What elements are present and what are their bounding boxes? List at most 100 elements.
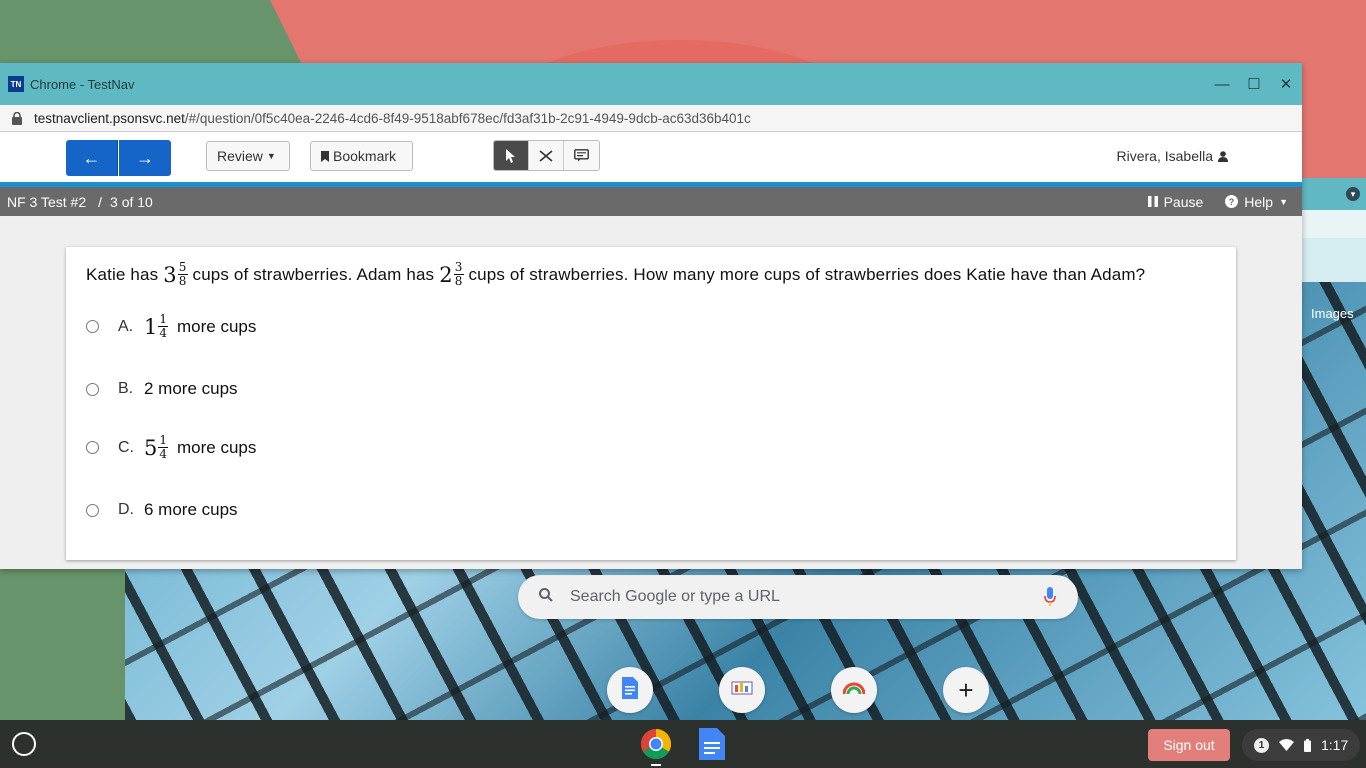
radio-button[interactable] <box>86 441 99 454</box>
chrome-icon <box>640 729 672 760</box>
status-tray[interactable]: 1 1:17 <box>1242 729 1360 761</box>
testnav-window: TN Chrome - TestNav — ☐ ✕ testnavclient.… <box>0 63 1302 569</box>
background-window-bar <box>1302 238 1366 282</box>
option-letter: C. <box>118 438 134 456</box>
whole-number: 5 <box>144 435 158 460</box>
url-host: testnavclient.psonsvc.net <box>34 110 185 126</box>
option-letter: D. <box>118 501 134 518</box>
next-question-button[interactable]: → <box>119 140 171 176</box>
help-dropdown-button[interactable]: ? Help ▼ <box>1225 194 1288 210</box>
numerator: 3 <box>453 260 464 275</box>
radio-button[interactable] <box>86 503 99 517</box>
progress-separator: / <box>98 193 103 210</box>
bookmark-button[interactable]: Bookmark <box>310 141 413 171</box>
minimize-button[interactable]: — <box>1206 63 1238 105</box>
option-text: 2 more cups <box>144 379 238 398</box>
tool-group <box>493 140 600 171</box>
docs-shelf-app[interactable] <box>699 728 725 760</box>
option-text: more cups <box>177 437 257 457</box>
answer-option-b[interactable]: B. 2 more cups <box>86 379 238 399</box>
wifi-icon <box>1279 739 1294 751</box>
whole-number: 2 <box>439 262 453 287</box>
url-path: /#/question/0f5c40ea-2246-4cd6-8f49-9518… <box>184 110 751 126</box>
answer-option-d[interactable]: D. 6 more cups <box>86 500 238 520</box>
address-bar[interactable]: testnavclient.psonsvc.net/#/question/0f5… <box>0 105 1302 132</box>
review-label: Review <box>217 148 263 164</box>
mixed-number: 2 3 8 <box>439 260 464 288</box>
notepad-icon <box>574 149 589 162</box>
mixed-number: 1 1 4 <box>144 312 169 340</box>
notepad-tool-button[interactable] <box>564 141 599 170</box>
question-area: Katie has 3 5 8 cups of strawberries. Ad… <box>0 221 1302 569</box>
caret-down-icon: ▼ <box>266 151 276 161</box>
question-progress: 3 of 10 <box>110 193 153 210</box>
eliminator-tool-button[interactable] <box>529 141 564 170</box>
images-link[interactable]: Images <box>1311 306 1354 321</box>
user-icon <box>1218 150 1228 162</box>
pause-icon <box>1147 196 1158 207</box>
caret-down-icon: ▼ <box>1279 196 1288 207</box>
review-dropdown-button[interactable]: Review ▼ <box>206 141 290 171</box>
denominator: 4 <box>159 447 168 461</box>
shortcut-school-app[interactable] <box>719 667 765 713</box>
pause-button[interactable]: Pause <box>1147 193 1204 210</box>
test-info-bar: NF 3 Test #2 / 3 of 10 Pause ? Help ▼ <box>0 187 1302 216</box>
close-button[interactable]: ✕ <box>1270 63 1302 105</box>
chromeos-shelf: Sign out 1 1:17 <box>0 720 1366 768</box>
microphone-icon[interactable] <box>1044 587 1056 612</box>
background-window-edge: ▾ <box>1302 178 1366 282</box>
bookmark-icon <box>321 150 329 162</box>
testnav-logo-icon: TN <box>8 76 24 92</box>
battery-icon <box>1304 738 1311 752</box>
answer-option-c[interactable]: C. 5 1 4 more cups <box>86 434 256 461</box>
window-controls: — ☐ ✕ <box>1206 63 1302 105</box>
question-stem: Katie has 3 5 8 cups of strawberries. Ad… <box>86 261 1145 288</box>
window-title: Chrome - TestNav <box>30 76 135 92</box>
option-letter: A. <box>118 317 134 335</box>
search-icon <box>538 587 554 608</box>
user-name: Rivera, Isabella <box>1116 148 1214 164</box>
search-placeholder: Search Google or type a URL <box>570 588 780 605</box>
clock-time: 1:17 <box>1321 737 1349 753</box>
pointer-tool-button[interactable] <box>494 141 529 170</box>
radio-button[interactable] <box>86 382 99 396</box>
mixed-number: 5 1 4 <box>144 433 169 461</box>
question-text-part: cups of strawberries. Adam has <box>192 264 435 284</box>
radio-button[interactable] <box>86 320 99 333</box>
add-shortcut-button[interactable]: + <box>943 667 989 713</box>
bookmark-label: Bookmark <box>333 148 397 164</box>
shortcut-drive[interactable] <box>831 667 877 713</box>
whole-number: 3 <box>163 262 177 287</box>
numerator: 1 <box>158 433 169 448</box>
answer-option-a[interactable]: A. 1 1 4 more cups <box>86 313 256 340</box>
question-text-part: Katie has <box>86 264 159 284</box>
user-menu[interactable]: Rivera, Isabella <box>1116 148 1228 164</box>
fraction: 1 4 <box>158 312 169 340</box>
option-text: more cups <box>177 316 257 336</box>
shortcut-google-docs[interactable] <box>607 667 653 713</box>
launcher-button[interactable] <box>12 732 36 756</box>
option-letter: B. <box>118 380 134 397</box>
chrome-shelf-app[interactable] <box>640 728 672 766</box>
chevron-down-icon[interactable]: ▾ <box>1346 187 1360 201</box>
maximize-button[interactable]: ☐ <box>1238 63 1270 105</box>
google-search-box[interactable]: Search Google or type a URL <box>518 575 1078 619</box>
school-logo-icon <box>730 678 754 703</box>
fraction: 3 8 <box>453 260 464 288</box>
numerator: 5 <box>177 260 188 275</box>
cross-out-icon <box>539 149 553 162</box>
fraction: 1 4 <box>158 433 169 461</box>
option-content: 1 1 4 more cups <box>144 313 256 340</box>
lock-icon <box>12 111 24 125</box>
pause-label: Pause <box>1163 193 1204 210</box>
google-docs-icon <box>699 728 725 760</box>
previous-question-button[interactable]: ← <box>66 140 118 176</box>
numerator: 1 <box>158 312 169 327</box>
sign-out-button[interactable]: Sign out <box>1148 729 1230 761</box>
question-card: Katie has 3 5 8 cups of strawberries. Ad… <box>66 247 1236 560</box>
denominator: 8 <box>178 274 187 288</box>
denominator: 8 <box>454 274 463 288</box>
help-label: Help <box>1244 193 1274 210</box>
pointer-icon <box>506 148 515 163</box>
google-docs-icon <box>622 676 638 704</box>
